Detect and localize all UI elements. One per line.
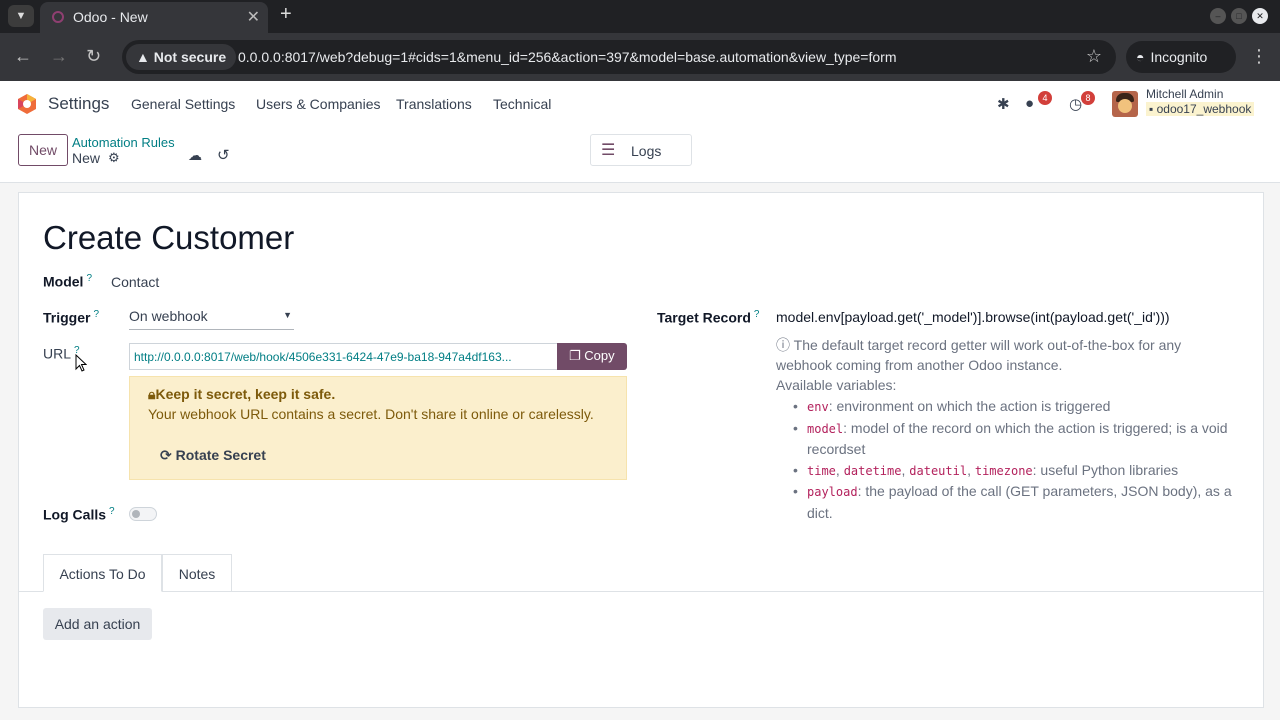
warning-icon: ▲ [136, 49, 150, 65]
help-line-1: ⓘ The default target record getter will … [776, 337, 1182, 353]
help-tooltip-icon[interactable]: ? [754, 309, 760, 320]
bookmark-star-icon[interactable]: ☆ [1086, 46, 1102, 67]
save-cloud-icon[interactable]: ☁ [188, 147, 202, 164]
list-item-cont: dict. [807, 504, 833, 521]
messages-count-badge: 4 [1038, 91, 1052, 105]
webhook-url-field[interactable]: http://0.0.0.0:8017/web/hook/4506e331-64… [129, 343, 557, 370]
browser-menu-icon[interactable]: ⋮ [1250, 46, 1268, 67]
browser-tab[interactable]: Odoo - New ✕ [40, 2, 268, 33]
odoo-favicon-icon [52, 11, 64, 23]
chevron-down-icon: ▼ [283, 310, 292, 320]
trigger-label: Trigger? [43, 309, 100, 326]
new-tab-icon[interactable]: + [280, 3, 292, 26]
activities-count-badge: 8 [1081, 91, 1095, 105]
incognito-label: Incognito [1150, 49, 1208, 65]
refresh-icon: ⟳ [160, 447, 172, 463]
logs-label: Logs [631, 143, 662, 159]
trigger-select[interactable]: On webhook ▼ [129, 306, 294, 330]
discard-undo-icon[interactable]: ↺ [217, 146, 230, 164]
model-label: Model? [43, 273, 93, 290]
menu-users-companies[interactable]: Users & Companies [256, 96, 381, 112]
forward-icon[interactable]: → [50, 46, 68, 67]
list-item: • time, datetime, dateutil, timezone: use… [793, 461, 1179, 478]
record-title[interactable]: Create Customer [43, 219, 294, 257]
list-item: • env: environment on which the action is… [793, 398, 1111, 414]
window-close-icon[interactable]: ✕ [1252, 8, 1268, 24]
window-controls: – □ ✕ [1210, 8, 1268, 24]
info-icon: ⓘ [776, 337, 790, 353]
help-tooltip-icon[interactable]: ? [86, 273, 92, 284]
list-item-cont: recordset [807, 441, 866, 457]
minimize-icon[interactable]: – [1210, 8, 1226, 24]
variables-list: • env: environment on which the action is… [793, 396, 1247, 523]
url-text: 0.0.0.0:8017/web?debug=1#cids=1&menu_id=… [238, 49, 897, 65]
maximize-icon[interactable]: □ [1231, 8, 1247, 24]
tab-title: Odoo - New [73, 9, 148, 25]
warning-title: 🔒︎Keep it secret, keep it safe. [148, 386, 336, 402]
menu-technical[interactable]: Technical [493, 96, 551, 112]
tab-notes[interactable]: Notes [162, 554, 232, 592]
debug-bug-icon[interactable]: ✱ [997, 95, 1010, 113]
list-item: • payload: the payload of the call (GET p… [793, 483, 1232, 499]
close-tab-icon[interactable]: ✕ [247, 7, 260, 27]
list-icon: ☰ [601, 142, 616, 159]
log-calls-label: Log Calls? [43, 506, 115, 523]
user-name[interactable]: Mitchell Admin [1146, 87, 1223, 101]
copy-icon: ❐ [569, 348, 581, 363]
form-sheet: Create Customer Model? Contact Trigger? … [18, 192, 1264, 708]
tab-actions-to-do[interactable]: Actions To Do [43, 554, 162, 592]
log-calls-toggle[interactable] [129, 507, 157, 521]
incognito-icon: ◓ [1136, 49, 1145, 65]
warning-text: Your webhook URL contains a secret. Don'… [148, 406, 594, 422]
browser-tabstrip: ▼ Odoo - New ✕ + – □ ✕ [0, 0, 1280, 33]
help-tooltip-icon[interactable]: ? [109, 506, 115, 517]
copy-label: Copy [584, 348, 615, 363]
database-icon: ▪ [1149, 102, 1154, 116]
user-avatar[interactable] [1112, 91, 1138, 117]
rotate-secret-button[interactable]: ⟳ Rotate Secret [160, 447, 266, 464]
notebook-tabs: Actions To Do Notes [19, 554, 1263, 592]
database-name-text: odoo17_webhook [1156, 102, 1252, 116]
back-icon[interactable]: ← [14, 46, 32, 67]
secret-warning-alert: 🔒︎Keep it secret, keep it safe. Your web… [129, 376, 627, 480]
messages-icon[interactable]: ● [1025, 95, 1034, 112]
target-record-expression[interactable]: model.env[payload.get('_model')].browse(… [776, 309, 1170, 325]
tab-search-icon[interactable]: ▼ [8, 5, 34, 27]
control-panel: New Automation Rules New ⚙ ☁ ↺ ☰ Logs [0, 127, 1280, 183]
model-value[interactable]: Contact [111, 274, 159, 290]
menu-general-settings[interactable]: General Settings [131, 96, 235, 112]
odoo-app-icon[interactable] [16, 93, 38, 115]
list-item: • model: model of the record on which the… [793, 419, 1228, 436]
copy-url-button[interactable]: ❐ Copy [557, 343, 627, 370]
target-record-label: Target Record? [657, 309, 760, 326]
breadcrumb-current: New [72, 150, 101, 166]
help-available-vars: Available variables: [776, 377, 897, 393]
browser-toolbar: ← → ↻ ▲ Not secure 0.0.0.0:8017/web?debu… [0, 33, 1280, 81]
incognito-indicator[interactable]: ◓ Incognito [1126, 41, 1236, 73]
database-name: ▪ odoo17_webhook [1146, 102, 1255, 116]
breadcrumb-automation-rules[interactable]: Automation Rules [72, 135, 175, 150]
trigger-value: On webhook [129, 308, 208, 324]
menu-translations[interactable]: Translations [396, 96, 472, 112]
help-tooltip-icon[interactable]: ? [93, 309, 99, 320]
reload-icon[interactable]: ↻ [86, 46, 101, 67]
help-line-2: webhook coming from another Odoo instanc… [776, 357, 1063, 373]
new-button[interactable]: New [18, 134, 68, 166]
app-name[interactable]: Settings [48, 94, 109, 114]
security-label: Not secure [153, 49, 227, 65]
odoo-navbar: Settings General Settings Users & Compan… [0, 81, 1280, 127]
gear-icon[interactable]: ⚙ [108, 150, 120, 166]
add-action-button[interactable]: Add an action [43, 608, 152, 640]
logs-button[interactable]: ☰ Logs [590, 134, 692, 166]
mouse-pointer-icon [75, 354, 87, 372]
security-indicator[interactable]: ▲ Not secure [126, 44, 237, 70]
address-bar[interactable]: ▲ Not secure 0.0.0.0:8017/web?debug=1#ci… [122, 40, 1116, 74]
